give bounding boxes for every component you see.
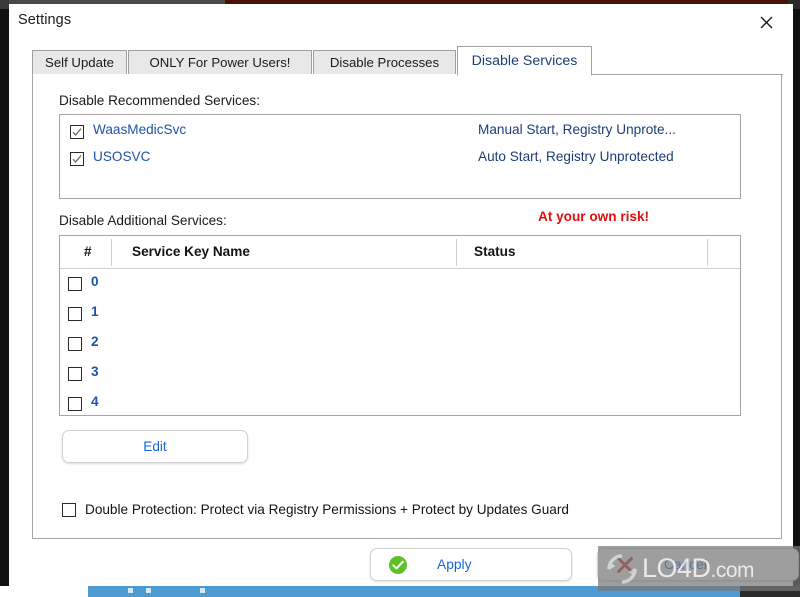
settings-dialog: Settings Self Update ONLY For Power User… — [9, 4, 799, 586]
recommended-service-status: Manual Start, Registry Unprote... — [478, 122, 676, 137]
row-number: 4 — [91, 394, 99, 409]
row-checkbox[interactable] — [68, 307, 82, 321]
background-taskbar-strip — [88, 586, 800, 597]
double-protection-label: Double Protection: Protect via Registry … — [85, 502, 569, 517]
recommended-services-label: Disable Recommended Services: — [59, 93, 260, 108]
cancel-button[interactable]: Cancel — [597, 548, 799, 581]
table-row[interactable]: 1 — [60, 300, 740, 330]
column-header-number: # — [84, 244, 92, 259]
apply-button[interactable]: Apply — [370, 548, 572, 581]
double-protection-checkbox[interactable] — [62, 502, 76, 517]
checkmark-icon — [72, 155, 82, 163]
tab-disable-processes[interactable]: Disable Processes — [313, 50, 456, 75]
column-header-service-key-name: Service Key Name — [132, 244, 250, 259]
edit-button[interactable]: Edit — [62, 430, 248, 463]
tab-disable-services[interactable]: Disable Services — [457, 46, 592, 76]
recommended-service-checkbox[interactable] — [70, 152, 84, 166]
window-left-border — [0, 9, 9, 586]
close-icon-glyph — [760, 16, 772, 28]
additional-services-table: # Service Key Name Status 0 1 2 3 4 — [59, 235, 741, 416]
recommended-service-checkbox[interactable] — [70, 125, 84, 139]
table-row[interactable]: 4 — [60, 390, 740, 420]
close-icon[interactable] — [749, 9, 783, 35]
row-number: 1 — [91, 304, 99, 319]
tab-self-update[interactable]: Self Update — [32, 50, 127, 75]
row-checkbox[interactable] — [68, 367, 82, 381]
table-row[interactable]: 0 — [60, 270, 740, 300]
title-bar: Settings — [9, 4, 793, 38]
green-check-circle-icon — [388, 555, 408, 575]
background-bottom-right-corner — [740, 586, 800, 597]
recommended-service-row[interactable]: WaasMedicSvc Manual Start, Registry Unpr… — [60, 120, 740, 146]
row-checkbox[interactable] — [68, 337, 82, 351]
recommended-service-row[interactable]: USOSVC Auto Start, Registry Unprotected — [60, 147, 740, 173]
red-x-icon — [615, 555, 635, 575]
row-checkbox[interactable] — [68, 397, 82, 411]
table-row[interactable]: 2 — [60, 330, 740, 360]
column-divider — [111, 239, 112, 266]
column-divider — [707, 239, 708, 266]
recommended-services-list: WaasMedicSvc Manual Start, Registry Unpr… — [59, 114, 741, 199]
row-number: 0 — [91, 274, 99, 289]
window-right-border — [793, 9, 800, 586]
apply-button-label: Apply — [437, 557, 472, 572]
additional-services-label: Disable Additional Services: — [59, 213, 227, 228]
table-row[interactable]: 3 — [60, 360, 740, 390]
table-header-row: # Service Key Name Status — [60, 236, 740, 269]
recommended-service-name: WaasMedicSvc — [93, 122, 187, 137]
risk-warning-text: At your own risk! — [538, 209, 650, 224]
double-protection-row[interactable]: Double Protection: Protect via Registry … — [62, 502, 569, 517]
checkmark-icon — [72, 128, 82, 136]
recommended-service-status: Auto Start, Registry Unprotected — [478, 149, 674, 164]
tab-bar: Self Update ONLY For Power Users! Disabl… — [32, 46, 783, 76]
recommended-service-name: USOSVC — [93, 149, 151, 164]
tab-only-for-power-users[interactable]: ONLY For Power Users! — [128, 50, 312, 75]
column-divider — [456, 239, 457, 266]
background-top-left-corner — [0, 0, 9, 9]
tab-panel-top-edge — [569, 74, 783, 75]
row-number: 2 — [91, 334, 99, 349]
row-checkbox[interactable] — [68, 277, 82, 291]
window-title: Settings — [18, 12, 72, 28]
cancel-button-label: Cancel — [664, 557, 707, 572]
column-header-status: Status — [474, 244, 516, 259]
row-number: 3 — [91, 364, 99, 379]
